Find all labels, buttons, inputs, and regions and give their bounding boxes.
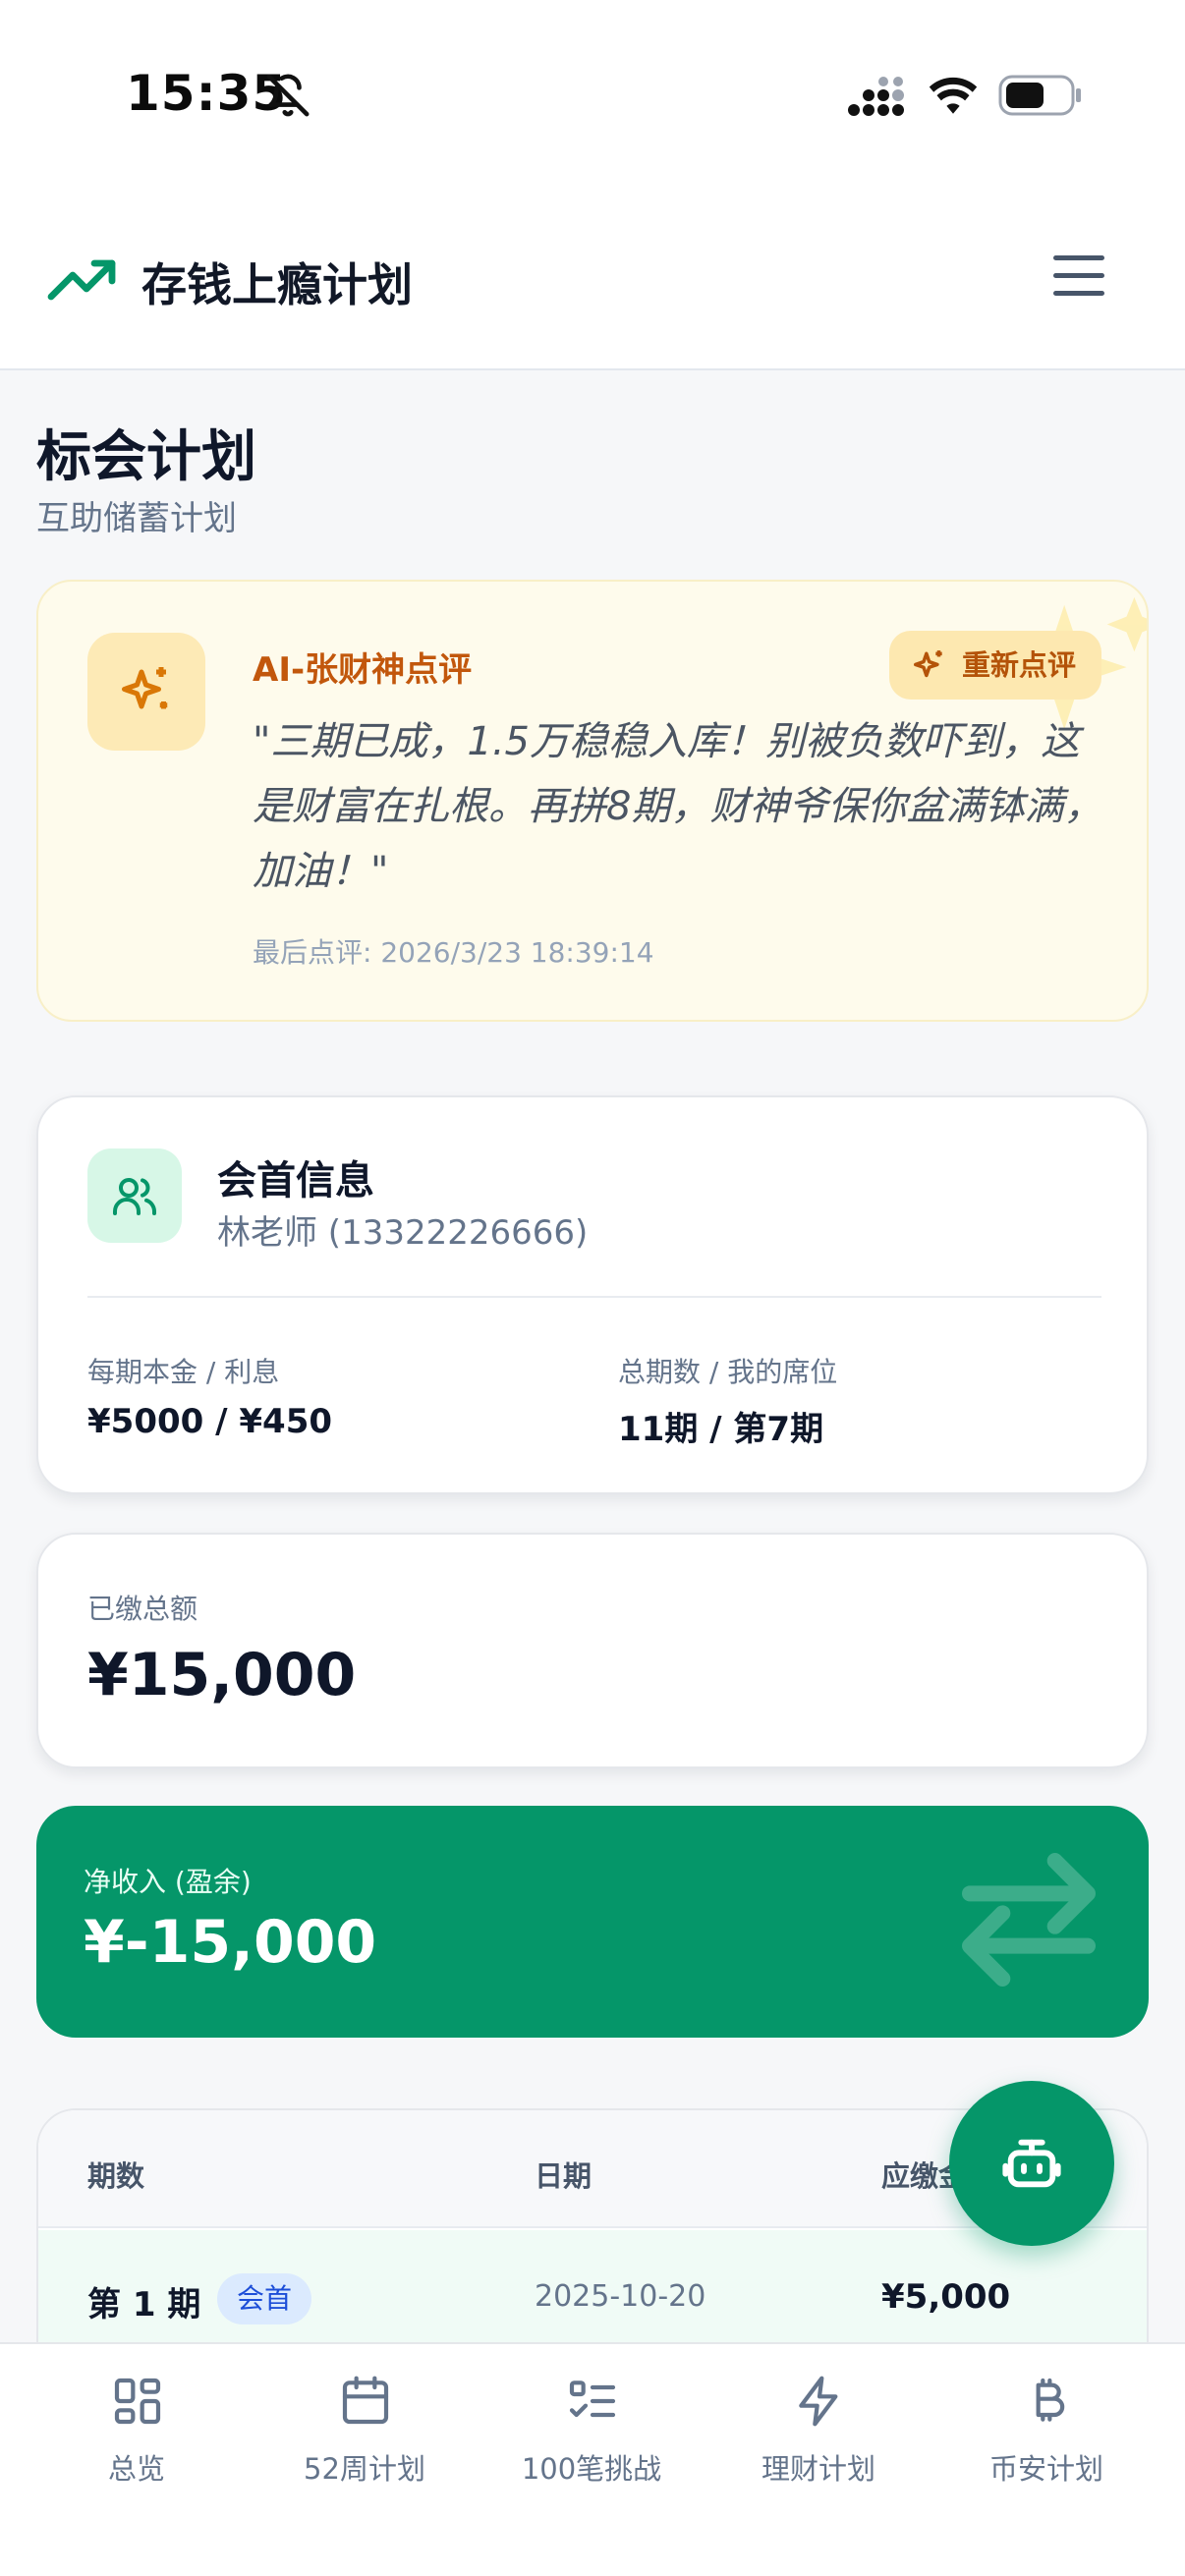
signal-icon <box>848 77 904 116</box>
bell-slash-icon <box>266 74 310 117</box>
nav-52-week-label: 52周计划 <box>304 2452 425 2486</box>
sparkles-icon <box>122 667 168 709</box>
app-title: 存钱上瘾计划 <box>141 258 413 311</box>
ai-review-quote: "三期已成，1.5万稳稳入库！别被负数吓到，这是财富在扎根。再拼8期，财神爷保你… <box>253 719 1103 894</box>
bottom-navigation: 总览 52周计划 100笔挑战 理财计划 币安计划 <box>0 2342 1185 2576</box>
nav-finance[interactable]: 理财计划 <box>705 2344 931 2576</box>
arrows-exchange-icon <box>962 1853 1096 1987</box>
ai-review-heading: AI-张财神点评 <box>253 650 473 690</box>
nav-binance-label: 币安计划 <box>988 2452 1103 2486</box>
row-amount: ¥5,000 <box>881 2277 1011 2317</box>
nav-52-week[interactable]: 52周计划 <box>252 2344 478 2576</box>
trending-up-icon <box>47 259 116 301</box>
page-title: 标会计划 <box>36 425 256 489</box>
ai-icon-box <box>87 633 205 751</box>
principal-interest-label: 每期本金 / 利息 <box>87 1356 280 1388</box>
dashboard-grid-icon <box>114 2378 161 2425</box>
column-period: 期数 <box>87 2159 145 2193</box>
column-date: 日期 <box>535 2159 592 2193</box>
page-subtitle: 互助储蓄计划 <box>36 499 237 538</box>
net-income-label: 净收入 (盈余) <box>84 1866 252 1898</box>
app-screen: 15:35 存钱上瘾计划 标会计划 互助储蓄计划 AI-张财神点评 重新点评 "… <box>0 0 1185 2576</box>
refresh-review-button[interactable]: 重新点评 <box>889 631 1102 700</box>
lightning-icon <box>799 2376 838 2427</box>
hamburger-menu-icon[interactable] <box>1049 248 1108 307</box>
nav-100-challenge[interactable]: 100笔挑战 <box>479 2344 705 2576</box>
sparkles-small-icon <box>914 650 942 678</box>
nav-binance[interactable]: 币安计划 <box>933 2344 1159 2576</box>
status-time: 15:35 <box>126 65 288 122</box>
bot-icon <box>1002 2139 1061 2188</box>
paid-total-card: 已缴总额 ¥15,000 <box>36 1533 1149 1768</box>
paid-total-label: 已缴总额 <box>87 1593 198 1625</box>
leader-person: 林老师 (13322226666) <box>217 1213 589 1253</box>
principal-interest-value: ¥5000 / ¥450 <box>87 1402 333 1441</box>
app-header: 存钱上瘾计划 <box>0 196 1185 370</box>
row-date: 2025-10-20 <box>535 2279 706 2314</box>
paid-total-value: ¥15,000 <box>87 1641 357 1709</box>
wifi-icon <box>929 77 978 114</box>
ai-assistant-fab[interactable] <box>949 2081 1114 2246</box>
leader-badge: 会首 <box>217 2273 312 2324</box>
calendar-icon <box>342 2376 389 2425</box>
net-income-card: 净收入 (盈余) ¥-15,000 <box>36 1806 1149 2038</box>
leader-info-card: 会首信息 林老师 (13322226666) 每期本金 / 利息 ¥5000 /… <box>36 1095 1149 1494</box>
users-icon <box>113 1178 156 1215</box>
checklist-icon <box>569 2380 616 2418</box>
nav-overview[interactable]: 总览 <box>24 2344 250 2576</box>
periods-seat-label: 总期数 / 我的席位 <box>618 1356 838 1388</box>
leader-icon-box <box>87 1148 182 1243</box>
refresh-review-label: 重新点评 <box>962 648 1077 682</box>
row-period: 第 1 期 <box>87 2285 201 2324</box>
nav-finance-label: 理财计划 <box>761 2452 875 2486</box>
divider <box>87 1296 1101 1298</box>
periods-seat-value: 11期 / 第7期 <box>618 1410 824 1449</box>
battery-icon <box>998 75 1081 116</box>
bitcoin-icon <box>1036 2378 1065 2422</box>
leader-title: 会首信息 <box>217 1158 374 1204</box>
nav-overview-label: 总览 <box>107 2452 165 2486</box>
ai-review-timestamp: 最后点评: 2026/3/23 18:39:14 <box>253 936 654 969</box>
nav-100-challenge-label: 100笔挑战 <box>521 2452 662 2486</box>
net-income-value: ¥-15,000 <box>84 1908 377 1977</box>
ai-review-card: AI-张财神点评 重新点评 "三期已成，1.5万稳稳入库！别被负数吓到，这是财富… <box>36 580 1149 1022</box>
status-bar: 15:35 <box>0 0 1185 196</box>
